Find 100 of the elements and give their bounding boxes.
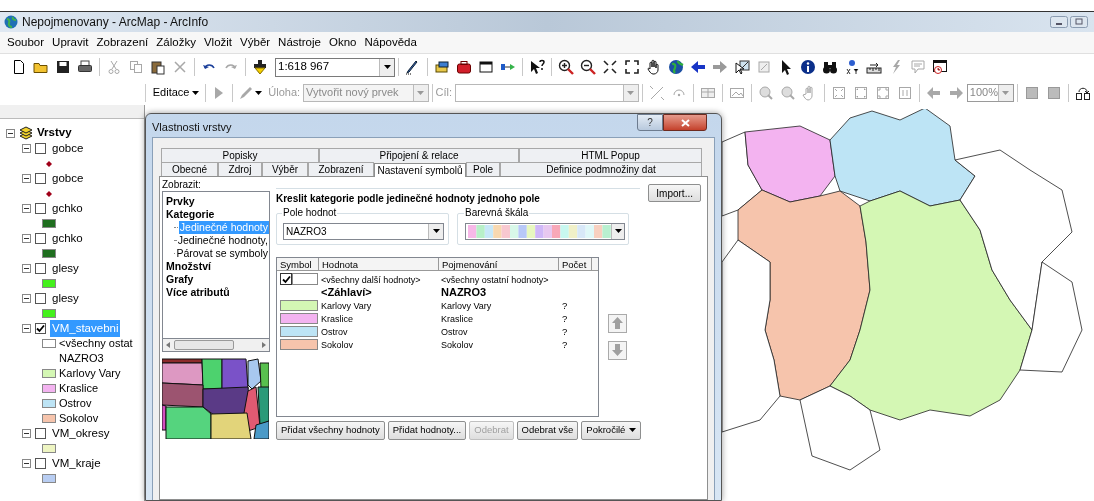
column-header[interactable]: Počet bbox=[559, 257, 592, 270]
dropdown-arrow-button[interactable] bbox=[611, 223, 624, 239]
layer-name[interactable]: gobce bbox=[50, 169, 86, 188]
collapse-icon[interactable] bbox=[22, 144, 31, 153]
horizontal-scrollbar[interactable] bbox=[162, 339, 270, 352]
layer-checkbox[interactable] bbox=[35, 323, 46, 334]
layer-checkbox[interactable] bbox=[35, 428, 46, 439]
tab[interactable]: Nastavení symbolů bbox=[374, 163, 466, 177]
value-field-combo[interactable]: NAZRO3 bbox=[283, 222, 444, 240]
close-button[interactable] bbox=[663, 114, 707, 131]
forward-arrow-icon[interactable] bbox=[712, 59, 728, 75]
scroll-right-icon[interactable] bbox=[262, 342, 266, 348]
tab[interactable]: Připojení & relace bbox=[319, 148, 519, 162]
layer-name[interactable]: VM_okresy bbox=[50, 424, 112, 443]
symbol-swatch[interactable] bbox=[280, 338, 318, 350]
symbol-swatch[interactable] bbox=[280, 312, 318, 324]
tab[interactable]: Výběr bbox=[262, 162, 308, 176]
toolbox-icon[interactable] bbox=[456, 59, 472, 75]
new-file-icon[interactable] bbox=[11, 59, 27, 75]
import-button[interactable]: Import... bbox=[648, 184, 701, 202]
layer-checkbox[interactable] bbox=[35, 293, 46, 304]
add-data-icon[interactable] bbox=[252, 59, 268, 75]
tab[interactable]: Definice podmnožiny dat bbox=[500, 162, 702, 176]
move-down-button[interactable] bbox=[608, 340, 627, 360]
layer-checkbox[interactable] bbox=[35, 173, 46, 184]
menu-item[interactable]: Vložit bbox=[202, 33, 234, 52]
menu-item[interactable]: Nástroje bbox=[277, 33, 322, 52]
collapse-icon[interactable] bbox=[22, 459, 31, 468]
layer-name[interactable]: glesy bbox=[50, 289, 81, 308]
tree-item[interactable]: Grafy bbox=[164, 273, 196, 286]
collapse-icon[interactable] bbox=[22, 174, 31, 183]
minimize-icon[interactable] bbox=[1050, 16, 1068, 28]
tab[interactable]: Obecné bbox=[161, 162, 218, 176]
layer-name[interactable]: gobce bbox=[50, 139, 86, 158]
zoom-in-icon[interactable] bbox=[558, 59, 574, 75]
scale-combo[interactable]: 1:618 967 bbox=[275, 57, 395, 77]
menu-item[interactable]: Upravit bbox=[51, 33, 90, 52]
symbol-swatch[interactable] bbox=[280, 325, 318, 337]
tab[interactable]: Zdroj bbox=[218, 162, 262, 176]
menu-item[interactable]: Záložky bbox=[155, 33, 197, 52]
menu-item[interactable]: Okno bbox=[327, 33, 358, 52]
layer-name[interactable]: gchko bbox=[50, 229, 85, 248]
symbol-swatch[interactable] bbox=[280, 299, 318, 311]
menu-item[interactable]: Soubor bbox=[6, 33, 46, 52]
layer-checkbox[interactable] bbox=[35, 143, 46, 154]
collapse-icon[interactable] bbox=[22, 234, 31, 243]
fixed-zoom-in-icon[interactable] bbox=[602, 59, 618, 75]
tab[interactable]: HTML Popup bbox=[519, 148, 702, 162]
tab[interactable]: Pole bbox=[466, 162, 500, 176]
dropdown-arrow-button[interactable] bbox=[428, 223, 443, 239]
globe-full-extent-icon[interactable] bbox=[668, 59, 684, 75]
scroll-left-icon[interactable] bbox=[166, 342, 170, 348]
tab[interactable]: Popisky bbox=[161, 148, 319, 162]
help-button[interactable]: ? bbox=[637, 114, 663, 131]
identify-icon[interactable] bbox=[800, 59, 816, 75]
action-button[interactable]: Přidat hodnoty... bbox=[387, 420, 467, 440]
help-pointer-icon[interactable] bbox=[529, 59, 545, 75]
collapse-icon[interactable] bbox=[22, 429, 31, 438]
pan-hand-icon[interactable] bbox=[646, 59, 662, 75]
row-checkbox[interactable] bbox=[280, 273, 292, 285]
time-window-icon[interactable] bbox=[932, 59, 948, 75]
menu-item[interactable]: Výběr bbox=[239, 33, 272, 52]
back-arrow-icon[interactable] bbox=[690, 59, 706, 75]
focus-frame-icon[interactable] bbox=[1046, 84, 1062, 101]
move-up-button[interactable] bbox=[608, 313, 627, 333]
action-button[interactable]: Přidat všechny hodnoty bbox=[276, 420, 385, 440]
tree-item[interactable]: Prvky bbox=[164, 195, 197, 208]
layer-checkbox[interactable] bbox=[35, 263, 46, 274]
editor-menu-button[interactable]: Editace bbox=[149, 82, 203, 103]
collapse-icon[interactable] bbox=[22, 264, 31, 273]
symbol-swatch[interactable] bbox=[292, 273, 318, 285]
select-features-icon[interactable] bbox=[734, 59, 750, 75]
binoculars-icon[interactable] bbox=[822, 59, 838, 75]
tree-item[interactable]: Párovat se symboly bbox=[175, 247, 269, 260]
menu-item[interactable]: Nápověda bbox=[363, 33, 418, 52]
tree-item[interactable]: Kategorie bbox=[164, 208, 217, 221]
color-ramp-combo[interactable] bbox=[465, 222, 625, 240]
collapse-icon[interactable] bbox=[22, 294, 31, 303]
toggle-draft-icon[interactable] bbox=[1024, 84, 1040, 101]
print-icon[interactable] bbox=[77, 59, 93, 75]
paste-icon[interactable] bbox=[150, 59, 166, 75]
layer-checkbox[interactable] bbox=[35, 203, 46, 214]
action-button[interactable]: Odebrat vše bbox=[516, 420, 579, 440]
layer-name[interactable]: gchko bbox=[50, 199, 85, 218]
data-frame-label[interactable]: Vrstvy bbox=[37, 124, 72, 142]
fixed-zoom-out-icon[interactable] bbox=[624, 59, 640, 75]
zoom-out-icon[interactable] bbox=[580, 59, 596, 75]
zoom-combo[interactable]: 100% bbox=[966, 83, 1014, 102]
collapse-icon[interactable] bbox=[6, 128, 15, 138]
catalog-icon[interactable] bbox=[434, 59, 450, 75]
go-to-point-icon[interactable] bbox=[844, 59, 860, 75]
tree-item[interactable]: Množství bbox=[164, 260, 213, 273]
layer-checkbox[interactable] bbox=[35, 233, 46, 244]
save-icon[interactable] bbox=[55, 59, 71, 75]
window-icon[interactable] bbox=[478, 59, 494, 75]
collapse-icon[interactable] bbox=[22, 204, 31, 213]
layer-name[interactable]: VM_kraje bbox=[50, 454, 103, 473]
column-header[interactable]: Pojmenování bbox=[439, 257, 559, 270]
menu-button[interactable]: Pokročilé bbox=[581, 420, 642, 440]
dropdown-arrow-button[interactable] bbox=[379, 58, 394, 76]
